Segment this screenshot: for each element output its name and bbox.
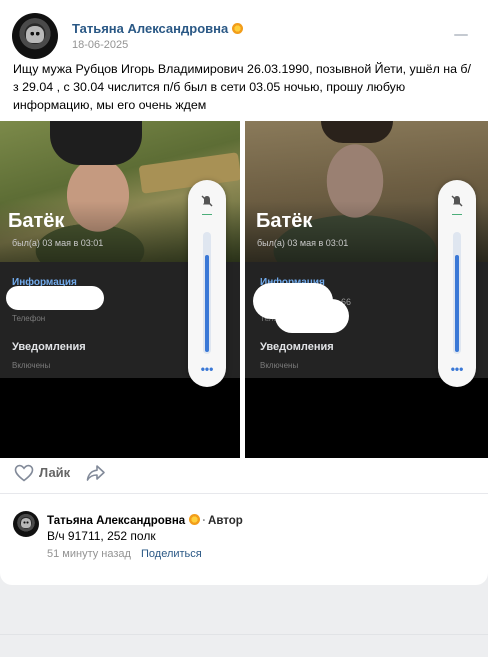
post-date[interactable]: 18-06-2025 bbox=[72, 39, 128, 51]
sun-emoji-icon bbox=[189, 514, 201, 525]
comment-time[interactable]: 51 минуту назад bbox=[47, 548, 131, 560]
bell-off-icon bbox=[200, 194, 214, 208]
author-avatar[interactable] bbox=[12, 13, 58, 59]
bell-off-icon bbox=[450, 194, 464, 208]
divider bbox=[0, 634, 488, 635]
volume-more-icon: ••• bbox=[450, 362, 464, 376]
share-arrow-icon bbox=[86, 465, 105, 481]
contact-name: Батёк bbox=[256, 210, 313, 232]
contact-name: Батёк bbox=[8, 210, 65, 232]
last-seen: был(а) 03 мая в 03:01 bbox=[12, 238, 104, 248]
comment-author[interactable]: Татьяна Александровна · Автор bbox=[47, 514, 243, 527]
attached-screenshot-2[interactable]: Батёк был(а) 03 мая в 03:01 Информация Т… bbox=[245, 121, 488, 458]
more-icon[interactable] bbox=[454, 34, 468, 36]
share-button[interactable] bbox=[86, 464, 106, 487]
sun-emoji-icon bbox=[232, 23, 244, 34]
comment-text: В/ч 91711, 252 полк bbox=[47, 529, 156, 543]
volume-slider: ••• bbox=[438, 180, 476, 387]
notifications-label: Уведомления bbox=[260, 341, 334, 353]
redaction-blob bbox=[275, 299, 349, 333]
volume-slider: ••• bbox=[188, 180, 226, 387]
heart-icon bbox=[14, 464, 34, 482]
like-button[interactable]: Лайк bbox=[14, 463, 74, 483]
notifications-label: Уведомления bbox=[12, 341, 86, 353]
comment-avatar[interactable] bbox=[13, 511, 39, 537]
volume-more-icon: ••• bbox=[200, 362, 214, 376]
divider bbox=[0, 493, 488, 494]
post-card: Татьяна Александровна 18-06-2025 Ищу муж… bbox=[0, 0, 488, 585]
volume-fill bbox=[455, 255, 459, 352]
author-badge: Автор bbox=[208, 515, 243, 527]
notifications-value: Включены bbox=[260, 361, 299, 370]
notifications-value: Включены bbox=[12, 361, 51, 370]
last-seen: был(а) 03 мая в 03:01 bbox=[257, 238, 349, 248]
post-text: Ищу мужа Рубцов Игорь Владимирович 26.03… bbox=[13, 62, 471, 112]
volume-fill bbox=[205, 255, 209, 352]
like-label: Лайк bbox=[39, 465, 71, 480]
redaction-blob bbox=[6, 286, 104, 310]
post-author[interactable]: Татьяна Александровна bbox=[72, 21, 244, 36]
attached-screenshot-1[interactable]: Батёк был(а) 03 мая в 03:01 Информация Т… bbox=[0, 121, 240, 458]
comment-share-link[interactable]: Поделиться bbox=[141, 548, 202, 560]
phone-label: Телефон bbox=[12, 314, 46, 323]
